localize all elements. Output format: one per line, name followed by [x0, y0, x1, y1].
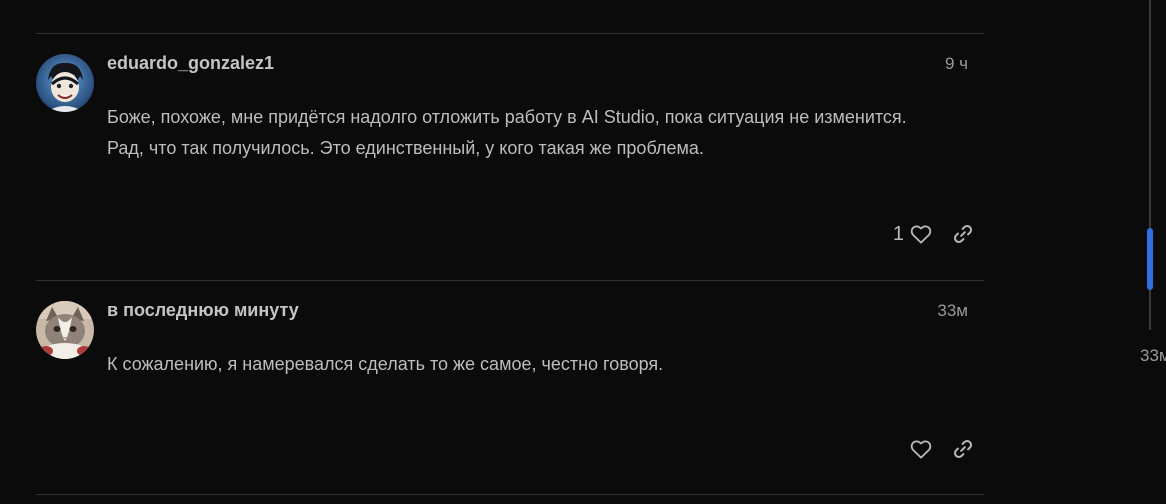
post-actions: 1	[893, 219, 974, 249]
cat-avatar-icon	[36, 301, 94, 359]
post-username[interactable]: в последнюю минуту	[107, 300, 299, 321]
user-avatar[interactable]	[36, 301, 94, 359]
post-username[interactable]: eduardo_gonzalez1	[107, 53, 274, 74]
post-2: в последнюю минуту 33м К сожалению, я на…	[36, 280, 984, 494]
timeline-date-label[interactable]: 33м	[1140, 346, 1166, 366]
post-timestamp[interactable]: 9 ч	[945, 54, 968, 74]
post-timestamp[interactable]: 33м	[937, 301, 968, 321]
post-divider	[36, 494, 984, 495]
anime-character-avatar-icon	[36, 54, 94, 112]
user-avatar[interactable]	[36, 54, 94, 112]
timeline-scroll-handle[interactable]	[1147, 228, 1153, 290]
like-button[interactable]	[910, 438, 932, 460]
post-actions	[910, 434, 974, 464]
like-button[interactable]: 1	[893, 223, 932, 246]
topic-stream: eduardo_gonzalez1 9 ч Боже, похоже, мне …	[0, 0, 1166, 504]
heart-icon[interactable]	[910, 438, 932, 460]
link-icon[interactable]	[952, 438, 974, 460]
link-icon[interactable]	[952, 223, 974, 245]
post-1: eduardo_gonzalez1 9 ч Боже, похоже, мне …	[36, 33, 984, 280]
heart-icon[interactable]	[910, 223, 932, 245]
post-body: К сожалению, я намеревался сделать то же…	[107, 354, 664, 374]
post-body: Боже, похоже, мне придётся надолго отлож…	[107, 107, 907, 158]
like-count: 1	[892, 222, 904, 245]
